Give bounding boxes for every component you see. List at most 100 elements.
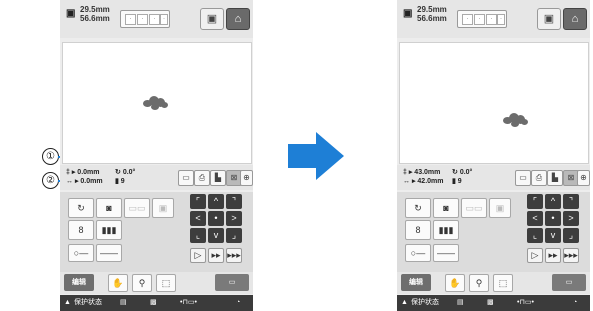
frame-button[interactable]: ⬚ xyxy=(493,274,513,292)
angle-value: 0.0° xyxy=(459,169,473,176)
move-left[interactable]: < xyxy=(190,211,206,226)
status-label[interactable]: 保护状态 xyxy=(411,295,439,311)
pattern-height: 56.6mm xyxy=(417,14,447,23)
embroidery-preview[interactable] xyxy=(62,42,252,164)
move-up-right[interactable]: ⌝ xyxy=(563,194,579,209)
rotate-button[interactable]: ↻ xyxy=(405,198,431,218)
play-button[interactable]: ▷ xyxy=(190,248,206,263)
move-up-right[interactable]: ⌝ xyxy=(226,194,242,209)
y-offset: ‡ ▸ 43.0mm xyxy=(403,169,441,176)
move-down-left[interactable]: ⌞ xyxy=(190,228,206,243)
hand-button[interactable]: ✋ xyxy=(445,274,465,292)
move-down[interactable]: v xyxy=(545,228,561,243)
thread-count-value: 9 xyxy=(120,178,125,185)
move-up[interactable]: ^ xyxy=(208,194,224,209)
hoop-selector[interactable]: · · · · xyxy=(120,10,170,28)
presser-foot-icon[interactable]: •⊓▭• xyxy=(180,295,197,311)
thread-count: ▮ 9 xyxy=(452,178,462,185)
embroidery-preview[interactable] xyxy=(399,42,589,164)
angle: ↻ 0.0° xyxy=(115,169,136,176)
memory-button[interactable]: ⎙ xyxy=(531,170,547,186)
presser-foot-icon[interactable]: •⊓▭• xyxy=(517,295,534,311)
embroidery-pattern[interactable] xyxy=(143,95,169,111)
mirror-button[interactable]: 8 xyxy=(68,220,94,240)
status-label[interactable]: 保护状态 xyxy=(74,295,102,311)
size-icon: ▣ xyxy=(66,8,76,19)
zoom-button[interactable]: ⊕ xyxy=(240,170,253,186)
warning-icon: ▲ xyxy=(401,299,408,306)
move-down-left[interactable]: ⌞ xyxy=(527,228,543,243)
edit-button[interactable]: 编辑 xyxy=(401,274,431,291)
move-down-right[interactable]: ⌟ xyxy=(226,228,242,243)
density-button[interactable]: ▣ xyxy=(152,198,174,218)
camera-button[interactable]: ▣ xyxy=(537,8,561,30)
move-center[interactable]: • xyxy=(545,211,561,226)
array-button[interactable]: —— xyxy=(96,244,122,262)
document-icon[interactable]: ▤ xyxy=(457,295,464,311)
forward-button[interactable]: ▸▸ xyxy=(208,248,224,263)
end-edit-button[interactable]: ▭ xyxy=(215,274,249,291)
pattern-view-button[interactable]: ▭ xyxy=(178,170,194,186)
move-up-left[interactable]: ⌜ xyxy=(190,194,206,209)
angle-value: 0.0° xyxy=(122,169,136,176)
array-button[interactable]: —— xyxy=(433,244,459,262)
move-right[interactable]: > xyxy=(563,211,579,226)
pattern-view-button[interactable]: ▭ xyxy=(515,170,531,186)
move-right[interactable]: > xyxy=(226,211,242,226)
trial-button[interactable]: ▙ xyxy=(547,170,563,186)
move-center[interactable]: • xyxy=(208,211,224,226)
camera-button[interactable]: ▣ xyxy=(200,8,224,30)
basting-button[interactable]: ⚲ xyxy=(469,274,489,292)
mirror-button[interactable]: 8 xyxy=(405,220,431,240)
move-down-right[interactable]: ⌟ xyxy=(563,228,579,243)
size-button[interactable]: ◙ xyxy=(96,198,122,218)
hand-button[interactable]: ✋ xyxy=(108,274,128,292)
clock-icon[interactable]: ◔ xyxy=(573,295,577,311)
embroidery-pattern[interactable] xyxy=(503,112,529,128)
border-button[interactable]: ▭▭ xyxy=(461,198,487,218)
trial-button[interactable]: ▙ xyxy=(210,170,226,186)
density-button[interactable]: ▣ xyxy=(489,198,511,218)
move-down[interactable]: v xyxy=(208,228,224,243)
move-up-left[interactable]: ⌜ xyxy=(527,194,543,209)
pattern-width: 29.5mm xyxy=(417,5,447,14)
home-button[interactable]: ⌂ xyxy=(226,8,250,30)
fast-forward-button[interactable]: ▸▸▸ xyxy=(563,248,579,263)
document-icon[interactable]: ▤ xyxy=(120,295,127,311)
color-button[interactable]: ▮▮▮ xyxy=(96,220,122,240)
spacing-button[interactable]: ○— xyxy=(68,244,94,262)
fast-forward-button[interactable]: ▸▸▸ xyxy=(226,248,242,263)
hoop-selector[interactable]: · · · · xyxy=(457,10,507,28)
border-button[interactable]: ▭▭ xyxy=(124,198,150,218)
move-left[interactable]: < xyxy=(527,211,543,226)
home-button[interactable]: ⌂ xyxy=(563,8,587,30)
x-offset: ↔ ▸ 0.0mm xyxy=(66,178,103,185)
coords: ‡ ▸ 0.0mm ↔ ▸ 0.0mm xyxy=(66,168,103,186)
color-button[interactable]: ▮▮▮ xyxy=(433,220,459,240)
size-icon: ▣ xyxy=(403,8,413,19)
forward-button[interactable]: ▸▸ xyxy=(545,248,561,263)
zoom-button[interactable]: ⊕ xyxy=(577,170,590,186)
memory-button[interactable]: ⎙ xyxy=(194,170,210,186)
status-bar: ▲ 保护状态 ▤ ▩ •⊓▭• ◔ xyxy=(397,295,590,311)
pattern-height: 56.6mm xyxy=(80,14,110,23)
image-icon[interactable]: ▩ xyxy=(150,295,157,311)
top-bar: ▣ 29.5mm 56.6mm · · · · ▣ ⌂ xyxy=(60,0,253,38)
info-bar: ‡ ▸ 43.0mm ↔ ▸ 42.0mm ↻ 0.0° ▮ 9 ▭ ⎙ ▙ ⊠… xyxy=(397,165,590,190)
rotate-button[interactable]: ↻ xyxy=(68,198,94,218)
pattern-width: 29.5mm xyxy=(80,5,110,14)
end-edit-button[interactable]: ▭ xyxy=(552,274,586,291)
clock-icon[interactable]: ◔ xyxy=(236,295,240,311)
angle: ↻ 0.0° xyxy=(452,169,473,176)
edit-button[interactable]: 编辑 xyxy=(64,274,94,291)
play-button[interactable]: ▷ xyxy=(527,248,543,263)
x-offset-value: 0.0mm xyxy=(80,178,103,185)
move-up[interactable]: ^ xyxy=(545,194,561,209)
angle-thread: ↻ 0.0° ▮ 9 xyxy=(115,168,135,186)
image-icon[interactable]: ▩ xyxy=(487,295,494,311)
basting-button[interactable]: ⚲ xyxy=(132,274,152,292)
frame-button[interactable]: ⬚ xyxy=(156,274,176,292)
spacing-button[interactable]: ○— xyxy=(405,244,431,262)
size-button[interactable]: ◙ xyxy=(433,198,459,218)
bottom-buttons: 编辑 ✋ ⚲ ⬚ ▭ xyxy=(60,272,253,294)
